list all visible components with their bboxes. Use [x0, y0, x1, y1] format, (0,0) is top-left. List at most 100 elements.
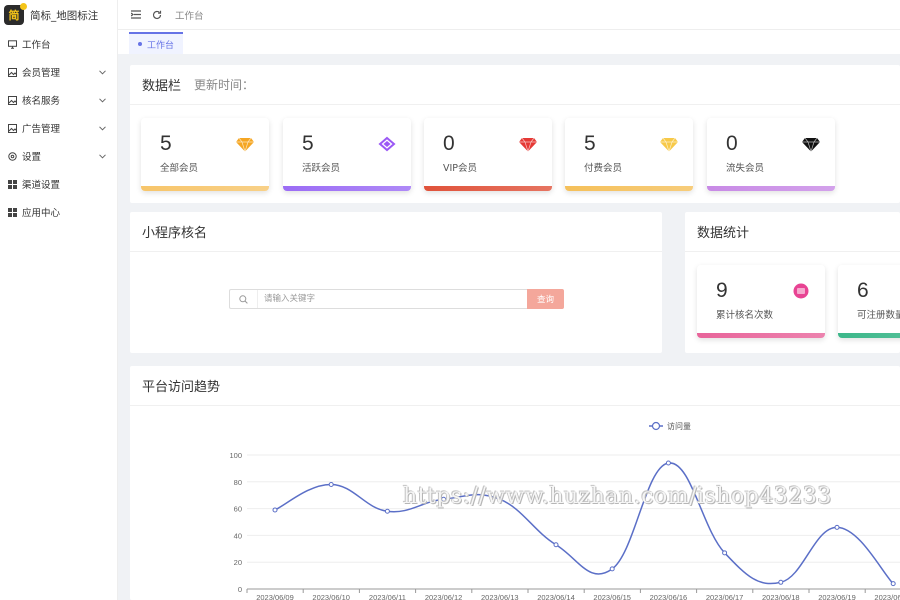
sidebar-item-label: 应用中心 [22, 208, 61, 219]
stat-value: 5 [584, 132, 596, 155]
search-icon [230, 290, 258, 308]
update-time-label: 更新时间： [194, 78, 255, 92]
data-point [384, 508, 390, 514]
tab-active-dot [138, 42, 142, 46]
stat-color-bar [141, 186, 269, 191]
stat-color-bar [283, 186, 411, 191]
menu-fold-icon[interactable] [130, 9, 142, 21]
stat-label: 活跃会员 [302, 163, 341, 174]
tabs-bar: 工作台 [118, 30, 900, 54]
sidebar-item-1[interactable]: 会员管理 [0, 58, 117, 86]
search-input[interactable] [258, 290, 527, 308]
y-tick-label: 40 [234, 531, 242, 540]
stat-label: 累计核名次数 [716, 310, 774, 321]
stat-value: 9 [716, 279, 728, 302]
data-point [497, 496, 503, 502]
gem-icon [519, 136, 537, 153]
gem-icon [792, 283, 810, 299]
search-button[interactable]: 查询 [527, 289, 564, 309]
grid-icon [7, 207, 17, 217]
sidebar-item-5[interactable]: 渠道设置 [0, 170, 117, 198]
app-logo: 简 [4, 3, 27, 25]
grid-icon [7, 179, 17, 189]
chevron-down-icon [95, 96, 109, 105]
chevron-down-icon [95, 68, 109, 77]
stat-card: 5 付费会员 [565, 118, 693, 191]
stat-card: 0 流失会员 [707, 118, 835, 191]
y-tick-label: 20 [234, 558, 242, 567]
stat-color-bar [697, 333, 825, 338]
gem-icon [236, 136, 254, 153]
gem-icon [660, 136, 678, 153]
monitor-icon [7, 39, 17, 49]
data-stats-title: 数据统计 [697, 226, 750, 241]
x-tick-label: 2023/06/18 [762, 593, 800, 600]
sidebar-item-0[interactable]: 工作台 [0, 30, 117, 58]
image-icon [7, 95, 17, 105]
stats-panel-header: 数据栏 更新时间： [130, 65, 900, 105]
data-point [722, 550, 728, 556]
tab-workbench[interactable]: 工作台 [129, 32, 184, 54]
x-tick-label: 2023/06/14 [537, 593, 575, 600]
x-tick-label: 2023/06/12 [425, 593, 463, 600]
chevron-down-icon [95, 152, 109, 161]
sidebar-menu: 工作台会员管理核名服务广告管理设置渠道设置应用中心 [0, 30, 117, 226]
sidebar-item-label: 广告管理 [22, 124, 61, 135]
gem-icon [802, 136, 820, 153]
image-icon [7, 123, 17, 133]
y-tick-label: 80 [234, 478, 242, 487]
stat-color-bar [565, 186, 693, 191]
name-check-panel: 小程序核名 查询 [130, 212, 662, 353]
search-bar: 查询 [229, 289, 564, 309]
sidebar-item-label: 会员管理 [22, 68, 61, 79]
top-bar: 工作台 [118, 0, 900, 30]
stat-label: 全部会员 [160, 163, 199, 174]
x-tick-label: 2023/06/09 [256, 593, 294, 600]
data-point [328, 481, 334, 487]
stat-value: 5 [302, 132, 314, 155]
stat-value: 6 [857, 279, 869, 302]
breadcrumb[interactable]: 工作台 [175, 8, 204, 22]
data-point [890, 581, 896, 587]
gear-icon [7, 151, 17, 161]
x-tick-label: 2023/06/17 [706, 593, 744, 600]
search-box [229, 289, 527, 309]
name-check-title: 小程序核名 [142, 226, 208, 241]
stat-card: 5 全部会员 [141, 118, 269, 191]
data-stats-panel: 数据统计 9 累计核名次数 6 可注册数量 [685, 212, 900, 353]
sidebar-item-3[interactable]: 广告管理 [0, 114, 117, 142]
tab-label: 工作台 [147, 40, 175, 51]
sidebar-item-2[interactable]: 核名服务 [0, 86, 117, 114]
series-line [274, 462, 894, 585]
y-tick-label: 0 [238, 585, 242, 594]
stat-label: 流失会员 [726, 163, 765, 174]
x-tick-label: 2023/06/10 [312, 593, 350, 600]
stat-color-bar [838, 333, 900, 338]
stats-panel: 数据栏 更新时间： 5 全部会员 5 活跃会员 0 VIP会员 5 付费会员 0 流失会员 [130, 65, 900, 203]
x-tick-label: 2023/06/11 [369, 593, 406, 600]
data-point [609, 566, 615, 572]
app-title: 简标_地图标注 [30, 9, 99, 22]
data-point [441, 496, 447, 502]
sidebar-item-label: 核名服务 [22, 96, 61, 107]
y-tick-label: 60 [234, 505, 242, 514]
trend-title: 平台访问趋势 [142, 380, 221, 395]
stat-value: 0 [726, 132, 738, 155]
x-tick-label: 2023/06/16 [650, 593, 688, 600]
logo-row: 简 简标_地图标注 [0, 0, 117, 30]
sidebar-item-label: 设置 [22, 152, 42, 163]
stat-card: 9 累计核名次数 [697, 265, 825, 338]
data-point [834, 524, 840, 530]
stats-title: 数据栏 [142, 79, 182, 94]
stat-color-bar [707, 186, 835, 191]
data-point [665, 460, 671, 466]
x-tick-label: 2023/06/19 [818, 593, 856, 600]
legend-label: 访问量 [667, 421, 691, 431]
x-tick-label: 2023/06/13 [481, 593, 519, 600]
stat-label: 可注册数量 [857, 310, 900, 321]
trend-chart: 0 20 40 60 80 100 2023/06/09 2023/06/10 2023/06/… [229, 421, 900, 600]
refresh-icon[interactable] [151, 9, 163, 21]
gem-icon [378, 136, 396, 152]
sidebar-item-6[interactable]: 应用中心 [0, 198, 117, 226]
sidebar-item-4[interactable]: 设置 [0, 142, 117, 170]
